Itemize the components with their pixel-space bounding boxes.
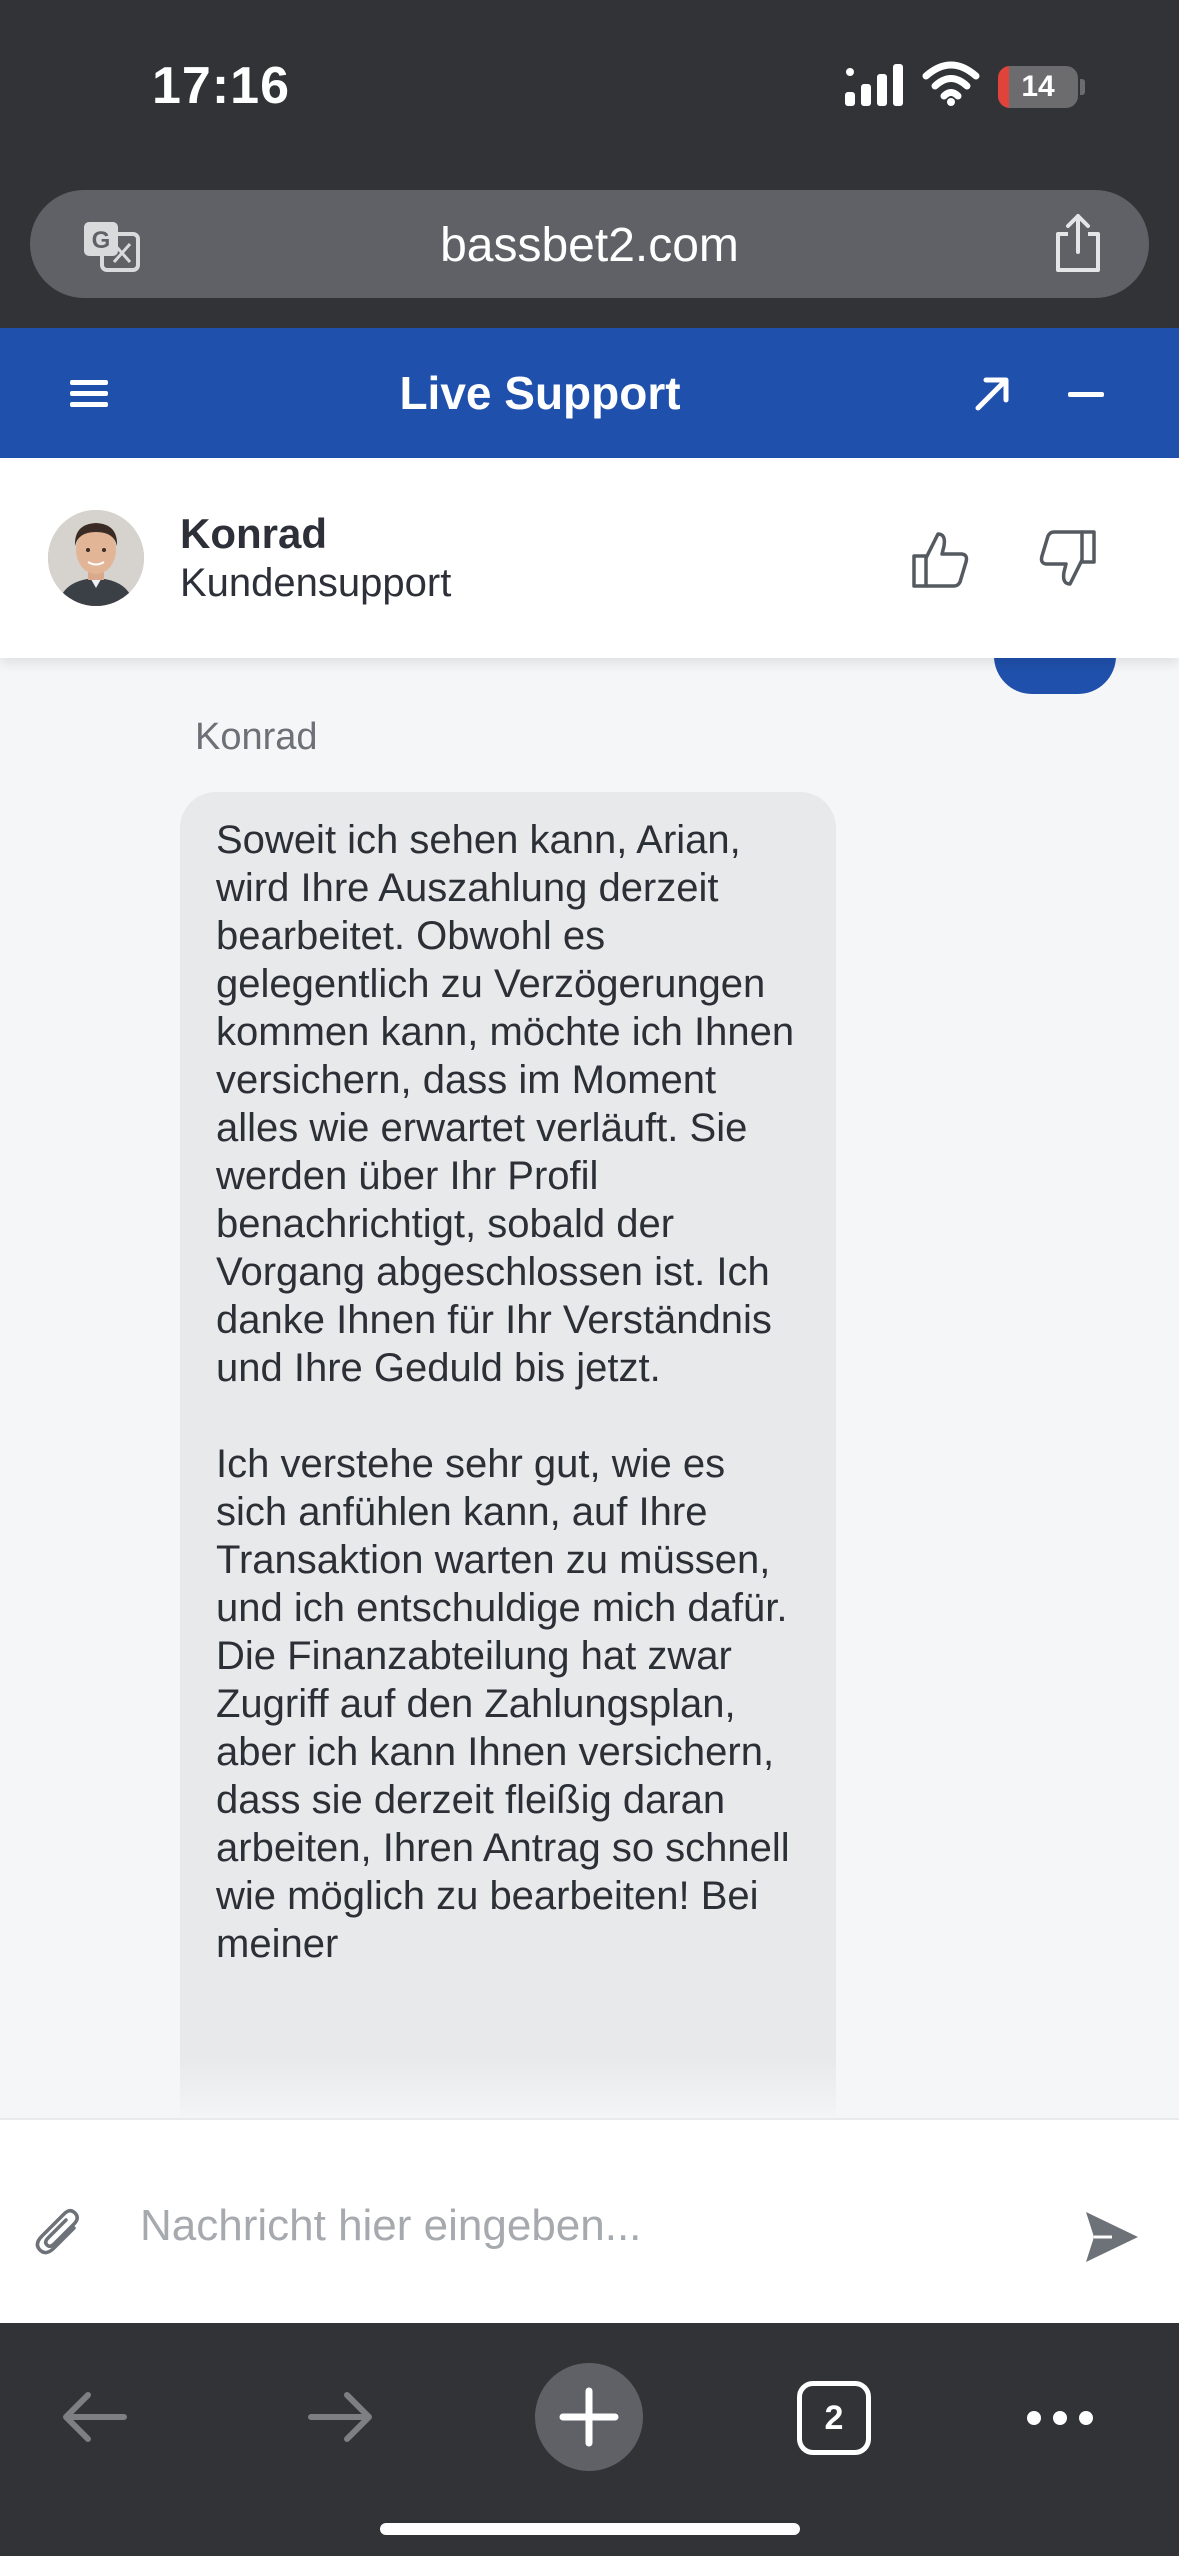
support-title: Live Support xyxy=(399,367,681,419)
agent-card: Konrad Kundensupport xyxy=(0,458,1179,658)
minimize-icon[interactable] xyxy=(1068,384,1104,404)
cellular-signal-icon xyxy=(845,64,903,106)
thumbs-up-icon[interactable] xyxy=(910,528,972,590)
battery-level: 14 xyxy=(1021,70,1055,103)
browser-address-area: G bassbet2.com xyxy=(0,175,1179,328)
battery-cap xyxy=(1080,79,1085,95)
support-header: Live Support xyxy=(0,328,1179,458)
tabs-button[interactable]: 2 xyxy=(797,2381,871,2455)
send-icon[interactable] xyxy=(1082,2208,1140,2266)
agent-role: Kundensupport xyxy=(180,561,452,605)
message-composer xyxy=(0,2118,1179,2323)
back-icon[interactable] xyxy=(58,2387,130,2447)
message-paragraph: Soweit ich sehen kann, Arian, wird Ihre … xyxy=(216,818,795,1390)
home-indicator xyxy=(380,2523,800,2535)
message-paragraph: Ich verstehe sehr gut, wie es sich anfüh… xyxy=(216,1442,790,1966)
scroll-fade xyxy=(0,2058,1179,2118)
browser-toolbar: 2 xyxy=(0,2323,1179,2556)
chat-transcript[interactable]: Konrad Soweit ich sehen kann, Arian, wir… xyxy=(0,658,1179,2118)
status-time: 17:16 xyxy=(152,57,290,115)
agent-message-bubble: Soweit ich sehen kann, Arian, wird Ihre … xyxy=(180,792,836,2118)
url-text: bassbet2.com xyxy=(440,219,739,272)
plus-icon xyxy=(559,2387,619,2447)
agent-name: Konrad xyxy=(180,510,327,557)
new-tab-button[interactable] xyxy=(535,2363,643,2471)
user-message-bubble-edge xyxy=(994,658,1116,694)
thumbs-down-icon[interactable] xyxy=(1036,528,1098,590)
forward-icon[interactable] xyxy=(305,2387,377,2447)
address-bar[interactable]: G bassbet2.com xyxy=(30,190,1149,298)
agent-avatar xyxy=(48,510,144,606)
more-icon[interactable] xyxy=(1024,2407,1096,2429)
attach-icon[interactable] xyxy=(34,2204,84,2260)
battery-indicator: 14 xyxy=(998,66,1078,108)
wifi-icon xyxy=(922,61,980,106)
share-icon[interactable] xyxy=(1050,212,1106,274)
status-bar: 17:16 14 xyxy=(0,0,1179,175)
message-input[interactable] xyxy=(140,2186,1020,2266)
expand-icon[interactable] xyxy=(970,372,1014,416)
message-sender-label: Konrad xyxy=(195,716,318,758)
